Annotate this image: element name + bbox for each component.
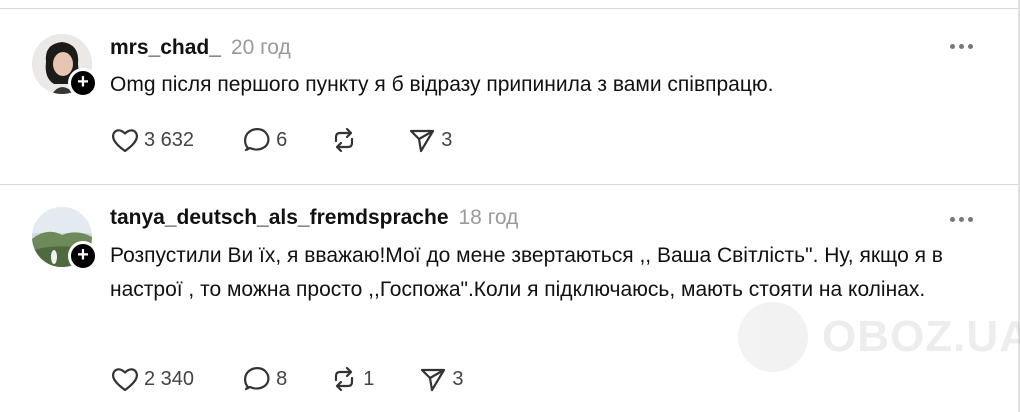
like-count: 3 632 (144, 128, 195, 151)
timestamp: 18 год (458, 206, 519, 229)
comment-count: 8 (276, 367, 288, 390)
timestamp: 20 год (230, 36, 291, 59)
comment-bubble-icon (242, 365, 272, 393)
repost-button[interactable]: 1 (329, 365, 374, 393)
username-row: tanya_deutsch_als_fremdsprache 18 год (110, 206, 518, 230)
action-bar: 3 632 6 3 (110, 124, 452, 156)
username-row: mrs_chad_ 20 год (110, 36, 291, 60)
post-2: + tanya_deutsch_als_fremdsprache 18 год Р… (0, 185, 1018, 412)
follow-plus-icon[interactable]: + (68, 68, 98, 98)
repost-icon (329, 126, 359, 154)
username[interactable]: mrs_chad_ (110, 36, 221, 59)
share-send-icon (418, 365, 448, 393)
watermark-globe-icon (738, 302, 808, 372)
heart-icon (110, 365, 140, 393)
username[interactable]: tanya_deutsch_als_fremdsprache (110, 206, 449, 229)
like-button[interactable]: 2 340 (110, 365, 194, 393)
comment-button[interactable]: 6 (242, 126, 287, 154)
like-button[interactable]: 3 632 (110, 126, 194, 154)
more-options-icon[interactable] (950, 216, 974, 224)
share-count: 3 (452, 367, 464, 390)
repost-icon (329, 365, 359, 393)
more-options-icon[interactable] (950, 43, 974, 51)
share-button[interactable]: 3 (407, 126, 452, 154)
comment-count: 6 (276, 128, 288, 151)
watermark-text: OBOZ.UA (822, 312, 1020, 361)
share-count: 3 (441, 128, 453, 151)
post-text: Розпустили Ви їх, я вважаю!Мої до мене з… (110, 244, 943, 301)
repost-button[interactable] (329, 126, 359, 154)
repost-count: 1 (363, 367, 375, 390)
share-send-icon (407, 126, 437, 154)
action-bar: 2 340 8 1 3 (110, 363, 463, 395)
post-text: Omg після першого пункту я б відразу при… (110, 73, 774, 96)
comment-button[interactable]: 8 (242, 365, 287, 393)
post-1: + mrs_chad_ 20 год Omg після першого пунк… (0, 0, 1018, 185)
comment-bubble-icon (242, 126, 272, 154)
follow-plus-icon[interactable]: + (68, 241, 98, 271)
share-button[interactable]: 3 (418, 365, 463, 393)
like-count: 2 340 (144, 367, 195, 390)
heart-icon (110, 126, 140, 154)
